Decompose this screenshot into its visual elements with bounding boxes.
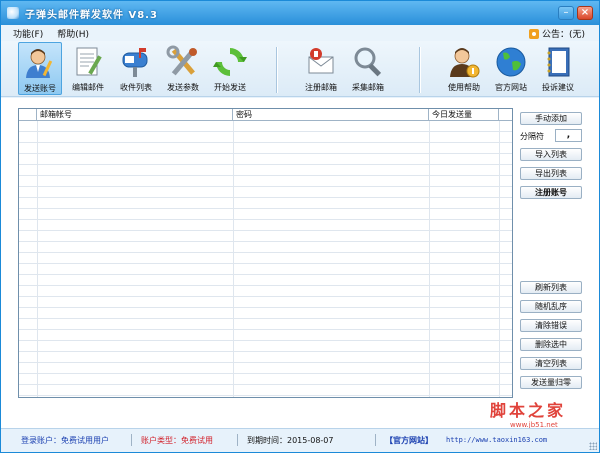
column-divider — [499, 121, 500, 397]
toolbar-label: 收件列表 — [120, 83, 152, 92]
toolbar-official-site[interactable]: 官方网站 — [489, 42, 533, 95]
watermark: 脚本之家 www.jb51.net — [490, 397, 595, 429]
manual-add-button[interactable]: 手动添加 — [520, 112, 582, 125]
document-edit-icon — [76, 47, 102, 76]
toolbar-label: 投诉建议 — [542, 83, 574, 92]
column-header-email[interactable]: 邮箱帐号 — [37, 109, 233, 120]
refresh-send-icon — [213, 48, 247, 76]
notebook-icon — [547, 47, 570, 77]
column-header-index — [19, 109, 37, 120]
toolbar-label: 编辑邮件 — [72, 83, 104, 92]
clear-list-button[interactable]: 清空列表 — [520, 357, 582, 370]
reset-send-count-button[interactable]: 发送量归零 — [520, 376, 582, 389]
close-button[interactable]: × — [577, 6, 593, 20]
user-pen-icon — [26, 49, 53, 78]
menu-bar: 功能(F) 帮助(H) 公告：(无) — [1, 25, 599, 41]
toolbar-label: 发送账号 — [24, 84, 56, 93]
column-divider — [233, 121, 234, 397]
column-header-password[interactable]: 密码 — [233, 109, 429, 120]
column-divider — [37, 121, 38, 397]
toolbar-collect-mail[interactable]: 采集邮箱 — [346, 42, 390, 95]
resize-grip[interactable] — [589, 442, 597, 450]
export-list-button[interactable]: 导出列表 — [520, 167, 582, 180]
clear-errors-button[interactable]: 清除错误 — [520, 319, 582, 332]
app-icon — [7, 7, 19, 19]
register-mail-icon — [308, 48, 334, 74]
toolbar-label: 开始发送 — [214, 83, 246, 92]
magnifier-icon — [354, 47, 382, 77]
register-account-button[interactable]: 注册账号 — [520, 186, 582, 199]
mailbox-icon — [122, 48, 148, 77]
announcement[interactable]: 公告：(无) — [528, 27, 585, 40]
toolbar-label: 使用帮助 — [448, 83, 480, 92]
column-header-sent-today[interactable]: 今日发送量 — [429, 109, 499, 120]
toolbar-label: 采集邮箱 — [352, 83, 384, 92]
main-area: 邮箱帐号 密码 今日发送量 手动添加 分隔符 , 导入列表 导出列表 注册账号 … — [1, 98, 599, 428]
tools-icon — [166, 45, 197, 76]
menu-help[interactable]: 帮助(H) — [57, 27, 89, 40]
toolbar-register-mail[interactable]: 注册邮箱 — [299, 42, 343, 95]
minimize-icon: – — [563, 7, 569, 18]
status-divider — [131, 434, 132, 446]
table-header: 邮箱帐号 密码 今日发送量 — [19, 109, 512, 121]
toolbar-separator — [419, 47, 420, 93]
status-site-url[interactable]: http://www.taoxin163.com — [446, 436, 547, 444]
toolbar-send-params[interactable]: 发送参数 — [161, 42, 205, 95]
toolbar: 发送账号 编辑邮件 收件列表 发送参数 开始发送 注册邮箱 采集邮箱 使用帮助 … — [1, 41, 599, 97]
status-bar: 登录账户：免费试用用户 账户类型：免费试用 到期时间：2015-08-07 【官… — [1, 428, 599, 452]
status-account-type: 账户类型：免费试用 — [141, 436, 213, 445]
separator-row: 分隔符 — [520, 131, 544, 142]
toolbar-separator — [276, 47, 277, 93]
status-expire-time: 到期时间：2015-08-07 — [247, 436, 334, 445]
toolbar-feedback[interactable]: 投诉建议 — [536, 42, 580, 95]
app-window: 子弹头邮件群发软件 V8.3 – × 功能(F) 帮助(H) 公告：(无) 发送… — [0, 0, 600, 453]
account-table[interactable]: 邮箱帐号 密码 今日发送量 — [18, 108, 513, 398]
toolbar-send-account[interactable]: 发送账号 — [18, 42, 62, 95]
toolbar-help[interactable]: 使用帮助 — [442, 42, 486, 95]
status-divider — [375, 434, 376, 446]
window-controls: – × — [558, 6, 593, 20]
refresh-list-button[interactable]: 刷新列表 — [520, 281, 582, 294]
separator-label: 分隔符 — [520, 132, 544, 141]
help-person-icon — [450, 48, 480, 78]
shuffle-button[interactable]: 随机乱序 — [520, 300, 582, 313]
close-icon: × — [580, 7, 590, 18]
table-body[interactable] — [19, 121, 512, 397]
status-divider — [237, 434, 238, 446]
status-official-site[interactable]: 【官方网站】 — [385, 435, 433, 446]
toolbar-label: 官方网站 — [495, 83, 527, 92]
import-list-button[interactable]: 导入列表 — [520, 148, 582, 161]
toolbar-label: 注册邮箱 — [305, 83, 337, 92]
toolbar-edit-mail[interactable]: 编辑邮件 — [66, 42, 110, 95]
title-bar[interactable]: 子弹头邮件群发软件 V8.3 – × — [1, 1, 599, 25]
status-login-account: 登录账户：免费试用用户 — [21, 436, 109, 445]
minimize-button[interactable]: – — [558, 6, 574, 20]
watermark-title: 脚本之家 — [490, 401, 567, 420]
globe-icon — [496, 47, 526, 77]
announcement-text: 公告：(无) — [541, 30, 585, 40]
speaker-icon — [528, 28, 539, 39]
toolbar-label: 发送参数 — [167, 83, 199, 92]
toolbar-recipient-list[interactable]: 收件列表 — [114, 42, 158, 95]
menu-function[interactable]: 功能(F) — [13, 27, 43, 40]
window-title: 子弹头邮件群发软件 V8.3 — [25, 9, 158, 21]
column-divider — [429, 121, 430, 397]
toolbar-start-send[interactable]: 开始发送 — [208, 42, 252, 95]
separator-input[interactable]: , — [555, 129, 582, 142]
delete-selected-button[interactable]: 删除选中 — [520, 338, 582, 351]
